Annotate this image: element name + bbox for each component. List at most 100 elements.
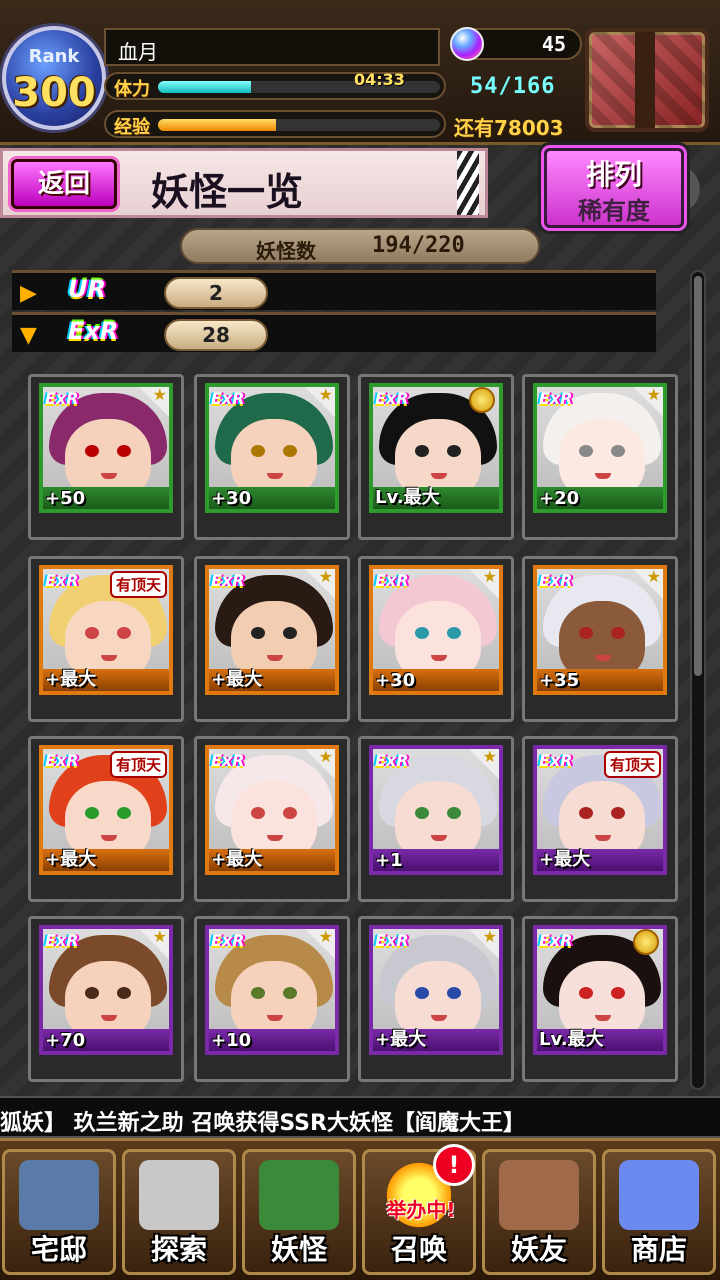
rarity-count: 2 [209,281,223,305]
card-level: +最大 [45,849,97,870]
rarity-filter-exr[interactable]: ▼ ExR 28 [12,312,656,352]
exp-label: 经验 [114,117,150,138]
rarity-badge-ur: UR [68,275,106,303]
nav-friend[interactable]: 妖友 [482,1149,596,1275]
sort-button[interactable]: 排列 稀有度 [544,148,684,228]
portrait-eye [611,987,625,999]
portrait-eye [579,807,593,819]
nav-label: 探索 [150,1233,207,1266]
yokai-card[interactable]: ExR 有顶天 +最大 [28,556,184,722]
player-name-box: 血月 [104,28,440,66]
yokai-card[interactable]: ExR +50 [28,374,184,540]
scroll-icon [259,1160,339,1230]
stamina-label: 体力 [114,79,150,100]
portrait-eye [117,807,131,819]
gem-counter[interactable]: 45 [450,27,582,61]
nav-magnifier-map[interactable]: 探索 [122,1149,236,1275]
yokai-card[interactable]: ExR +1 [358,736,514,902]
nav-label: 宅邸 [30,1233,87,1266]
portrait-mouth [101,835,117,841]
stamina-count: 54/166 [470,74,556,99]
portrait-eye [85,807,99,819]
portrait-eye [251,445,265,457]
favorite-star-icon [469,927,499,959]
rarity-badge-exr: ExR [45,931,79,950]
portrait-eye [415,627,429,639]
rarity-badge-exr: ExR [211,751,245,770]
portrait-eye [283,627,297,639]
nav-mansion[interactable]: 宅邸 [2,1149,116,1275]
card-level-bar: +20 [537,487,663,509]
expand-arrow-icon: ▶ [20,281,37,306]
item-chest-button[interactable] [585,28,709,132]
nav-scroll[interactable]: 妖怪 [242,1149,356,1275]
yokai-card[interactable]: ExR Lv.最大 [358,374,514,540]
card-level: +1 [375,850,403,871]
yokai-card[interactable]: ExR +20 [522,374,678,540]
notification-badge: ! [433,1144,475,1186]
portrait-eye [85,627,99,639]
yokai-card[interactable]: ExR +最大 [194,736,350,902]
collapse-arrow-icon: ▼ [20,323,37,348]
rank-value: 300 [12,70,96,116]
favorite-star-icon [633,385,663,417]
portrait-mouth [595,1015,611,1021]
portrait-eye [283,987,297,999]
yokai-card[interactable]: ExR +最大 [194,556,350,722]
yokai-card[interactable]: ExR +70 [28,916,184,1082]
card-level-bar: +50 [43,487,169,509]
yokai-card[interactable]: ExR +30 [358,556,514,722]
rarity-count: 28 [202,323,230,347]
scrollbar[interactable] [690,270,706,1090]
magnifier-map-icon [139,1160,219,1230]
yokai-card[interactable]: ExR 有顶天 +最大 [28,736,184,902]
portrait-eye [447,627,461,639]
card-level-bar: +最大 [537,849,663,871]
scroll-thumb[interactable] [694,276,702,676]
card-level: +30 [375,670,416,691]
yokai-card[interactable]: ExR Lv.最大 [522,916,678,1082]
portrait-eye [447,445,461,457]
yokai-card[interactable]: ExR +35 [522,556,678,722]
card-level-bar: +1 [373,849,499,871]
yokai-card[interactable]: ExR +30 [194,374,350,540]
rarity-badge-exr: ExR [68,317,119,345]
nav-crystal-orb[interactable]: 商店 [602,1149,716,1275]
card-level: +50 [45,488,86,509]
rarity-badge-exr: ExR [211,389,245,408]
card-level-bar: Lv.最大 [373,487,499,509]
yokai-card[interactable]: ExR +10 [194,916,350,1082]
portrait-eye [611,627,625,639]
portrait-eye [283,445,297,457]
rank-badge[interactable]: Rank 300 [2,26,106,130]
card-level-bar: +30 [373,669,499,691]
yokai-card[interactable]: ExR +最大 [358,916,514,1082]
yokai-portrait: ExR +1 [369,745,503,875]
portrait-mouth [267,655,283,661]
yokai-card[interactable]: ExR 有顶天 +最大 [522,736,678,902]
card-level-bar: +最大 [43,669,169,691]
portrait-eye [579,987,593,999]
portrait-eye [579,627,593,639]
yokai-portrait: ExR +最大 [369,925,503,1055]
favorite-star-icon [305,567,335,599]
gold-medal-icon [469,387,495,413]
card-level: +20 [539,488,580,509]
card-level: Lv.最大 [375,487,440,508]
rarity-count-pill: 2 [164,277,268,309]
back-button[interactable]: 返回 [11,159,117,209]
card-level: +35 [539,670,580,691]
gold-medal-icon [633,929,659,955]
portrait-mouth [101,655,117,661]
rarity-filter-ur[interactable]: ▶ UR 2 [12,270,656,310]
nav-summon[interactable]: ! 举办中! 召唤 [362,1144,476,1275]
status-header: Rank 300 血月 体力 04:33 经验 45 54/166 还有7800… [0,0,720,145]
bottom-nav: 宅邸 探索 妖怪! 举办中! 召唤 妖友 商店 [0,1138,720,1280]
rarity-badge-exr: ExR [539,389,573,408]
card-level: +最大 [539,849,591,870]
portrait-eye [415,445,429,457]
favorite-star-icon [305,747,335,779]
crystal-orb-icon [619,1160,699,1230]
friend-icon [499,1160,579,1230]
card-level-bar: +30 [209,487,335,509]
